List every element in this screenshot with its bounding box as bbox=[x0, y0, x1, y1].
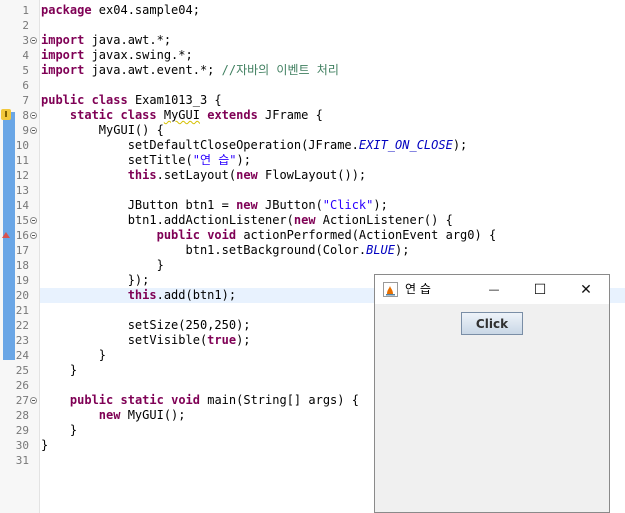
fold-toggle-icon[interactable] bbox=[30, 397, 37, 404]
code-text[interactable]: btn1.addActionListener(new ActionListene… bbox=[41, 213, 453, 228]
fold-toggle-icon[interactable] bbox=[30, 127, 37, 134]
line-number: 13 bbox=[15, 184, 29, 197]
maximize-icon: ☐ bbox=[533, 281, 547, 298]
line-number: 29 bbox=[15, 424, 29, 437]
code-text[interactable]: } bbox=[41, 363, 77, 378]
code-text[interactable]: btn1.setBackground(Color.BLUE); bbox=[41, 243, 409, 258]
line-number: 14 bbox=[15, 199, 29, 212]
line-number: 16 bbox=[15, 229, 29, 242]
line-number: 10 bbox=[15, 139, 29, 152]
line-number: 27 bbox=[15, 394, 29, 407]
line-number: 9 bbox=[22, 124, 29, 137]
line-number: 6 bbox=[22, 79, 29, 92]
code-text[interactable]: static class MyGUI extends JFrame { bbox=[41, 108, 323, 123]
code-line[interactable]: 3 import java.awt.*; bbox=[0, 33, 625, 48]
code-line[interactable]: 5 import java.awt.event.*; //자바의 이벤트 처리 bbox=[0, 63, 625, 78]
code-text[interactable]: import java.awt.event.*; //자바의 이벤트 처리 bbox=[41, 63, 339, 78]
line-number: 24 bbox=[15, 349, 29, 362]
code-text[interactable]: } bbox=[41, 423, 77, 438]
fold-toggle-icon[interactable] bbox=[30, 217, 37, 224]
code-line[interactable]: 7 public class Exam1013_3 { bbox=[0, 93, 625, 108]
line-number: 31 bbox=[15, 454, 29, 467]
line-number: 20 bbox=[15, 289, 29, 302]
override-icon[interactable] bbox=[2, 232, 10, 238]
code-line[interactable]: 18 } bbox=[0, 258, 625, 273]
code-text[interactable]: this.add(btn1); bbox=[41, 288, 236, 303]
code-text[interactable]: setSize(250,250); bbox=[41, 318, 251, 333]
code-text[interactable]: public void actionPerformed(ActionEvent … bbox=[41, 228, 497, 243]
fold-toggle-icon[interactable] bbox=[30, 37, 37, 44]
maximize-button[interactable]: ☐ bbox=[517, 275, 563, 304]
code-line[interactable]: 12 this.setLayout(new FlowLayout()); bbox=[0, 168, 625, 183]
fold-toggle-icon[interactable] bbox=[30, 232, 37, 239]
window-content-pane: Click bbox=[375, 304, 609, 512]
code-line[interactable]: 8 static class MyGUI extends JFrame { bbox=[0, 108, 625, 123]
line-number: 22 bbox=[15, 319, 29, 332]
line-number: 15 bbox=[15, 214, 29, 227]
swing-window[interactable]: 연 습 — ☐ ✕ Click bbox=[374, 274, 610, 513]
code-line[interactable]: 13 bbox=[0, 183, 625, 198]
java-app-icon bbox=[383, 282, 398, 297]
line-number: 11 bbox=[15, 154, 29, 167]
click-button[interactable]: Click bbox=[461, 312, 523, 335]
code-line[interactable]: 6 bbox=[0, 78, 625, 93]
line-number: 23 bbox=[15, 334, 29, 347]
minimize-icon: — bbox=[488, 283, 500, 296]
code-line[interactable]: 4 import javax.swing.*; bbox=[0, 48, 625, 63]
code-line[interactable]: 14 JButton btn1 = new JButton("Click"); bbox=[0, 198, 625, 213]
code-line[interactable]: 1 package ex04.sample04; bbox=[0, 3, 625, 18]
close-button[interactable]: ✕ bbox=[563, 275, 609, 304]
line-number: 2 bbox=[22, 19, 29, 32]
window-titlebar[interactable]: 연 습 — ☐ ✕ bbox=[375, 275, 609, 304]
code-text[interactable]: }); bbox=[41, 273, 150, 288]
warning-icon[interactable] bbox=[1, 109, 11, 120]
line-number: 12 bbox=[15, 169, 29, 182]
code-text[interactable]: import java.awt.*; bbox=[41, 33, 171, 48]
line-number: 5 bbox=[22, 64, 29, 77]
code-text[interactable]: } bbox=[41, 258, 164, 273]
fold-toggle-icon[interactable] bbox=[30, 112, 37, 119]
code-line[interactable]: 16 public void actionPerformed(ActionEve… bbox=[0, 228, 625, 243]
code-text[interactable]: setVisible(true); bbox=[41, 333, 251, 348]
code-line[interactable]: 17 btn1.setBackground(Color.BLUE); bbox=[0, 243, 625, 258]
code-line[interactable]: 10 setDefaultCloseOperation(JFrame.EXIT_… bbox=[0, 138, 625, 153]
code-text[interactable]: setTitle("연 습"); bbox=[41, 153, 251, 168]
code-text[interactable]: JButton btn1 = new JButton("Click"); bbox=[41, 198, 388, 213]
line-number: 17 bbox=[15, 244, 29, 257]
line-number: 4 bbox=[22, 49, 29, 62]
code-text[interactable]: public static void main(String[] args) { bbox=[41, 393, 359, 408]
code-line[interactable]: 11 setTitle("연 습"); bbox=[0, 153, 625, 168]
code-text[interactable]: MyGUI() { bbox=[41, 123, 164, 138]
code-text[interactable]: } bbox=[41, 348, 106, 363]
line-number: 26 bbox=[15, 379, 29, 392]
code-line[interactable]: 9 MyGUI() { bbox=[0, 123, 625, 138]
line-number: 28 bbox=[15, 409, 29, 422]
line-number: 25 bbox=[15, 364, 29, 377]
code-text[interactable]: } bbox=[41, 438, 48, 453]
window-title: 연 습 bbox=[405, 282, 431, 296]
line-number: 7 bbox=[22, 94, 29, 107]
code-text[interactable]: setDefaultCloseOperation(JFrame.EXIT_ON_… bbox=[41, 138, 468, 153]
line-number: 21 bbox=[15, 304, 29, 317]
code-text[interactable]: public class Exam1013_3 { bbox=[41, 93, 222, 108]
minimize-button[interactable]: — bbox=[471, 275, 517, 304]
code-text[interactable]: new MyGUI(); bbox=[41, 408, 186, 423]
code-text[interactable]: package ex04.sample04; bbox=[41, 3, 200, 18]
code-line[interactable]: 15 btn1.addActionListener(new ActionList… bbox=[0, 213, 625, 228]
line-number: 1 bbox=[22, 4, 29, 17]
code-line[interactable]: 2 bbox=[0, 18, 625, 33]
line-number: 19 bbox=[15, 274, 29, 287]
line-number: 18 bbox=[15, 259, 29, 272]
code-text[interactable]: import javax.swing.*; bbox=[41, 48, 193, 63]
close-icon: ✕ bbox=[580, 281, 592, 298]
line-number: 3 bbox=[22, 34, 29, 47]
line-number: 8 bbox=[22, 109, 29, 122]
line-number: 30 bbox=[15, 439, 29, 452]
code-text[interactable]: this.setLayout(new FlowLayout()); bbox=[41, 168, 366, 183]
